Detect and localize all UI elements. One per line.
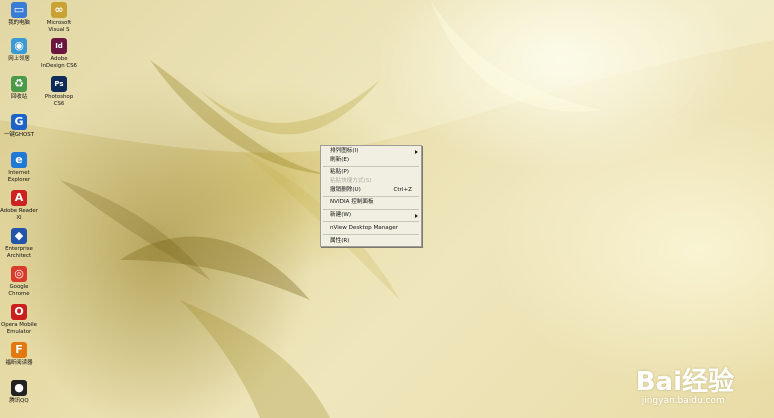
desktop-icon[interactable]: e Internet Explorer [0,152,42,183]
menu-separator [323,208,419,210]
desktop-icon[interactable]: ● 腾讯QQ [0,380,42,405]
desktop-icon[interactable]: F 福昕阅读器 [0,342,42,367]
desktop-icon-label: Opera Mobile Emulator [1,322,37,335]
menu-item-label: 粘贴(P) [330,169,349,176]
menu-item-shortcut: Ctrl+Z [393,186,412,193]
menu-item-label: 粘贴快捷方式(S) [330,177,372,184]
menu-item-label: 刷新(E) [330,156,350,163]
recycle-bin-icon: ♻ [11,76,27,92]
desktop-icon[interactable]: ∞ Microsoft Visual S [36,2,82,33]
qq-icon: ● [11,380,27,396]
adobe-reader-icon: A [11,190,27,206]
context-menu-item[interactable]: 属性(R) [321,237,421,246]
chrome-icon: ◎ [11,266,27,282]
enterprise-architect-icon: ◆ [11,228,27,244]
context-menu-item[interactable]: 粘贴(P) [321,168,421,177]
network-icon: ◉ [11,38,27,54]
desktop-icon-label: 福昕阅读器 [5,360,33,366]
menu-separator [323,234,419,236]
menu-item-label: 撤销删除(U) [330,186,361,193]
desktop-icon-label: Photoshop CS6 [44,94,74,107]
context-menu-item[interactable]: NVIDIA 控制面板 [321,198,421,207]
desktop-icon[interactable]: A Adobe Reader XI [0,190,42,221]
computer-icon: ▭ [11,2,27,18]
context-menu-item[interactable]: 刷新(E) [321,156,421,165]
menu-separator [323,221,419,223]
photoshop-icon: Ps [51,76,67,92]
submenu-arrow-icon [415,149,418,154]
desktop-icon-label: Adobe InDesign CS6 [41,56,77,69]
context-menu-item: 粘贴快捷方式(S) [321,177,421,186]
desktop-icon-label: Enterprise Architect [5,246,33,259]
desktop-context-menu: 排列图标(I) 刷新(E) 粘贴(P) 粘贴快捷方式(S) 撤销删除(U) Ctrl+Z N… [320,145,422,247]
opera-icon: O [11,304,27,320]
submenu-arrow-icon [415,213,418,218]
desktop-icon-label: Internet Explorer [7,170,31,183]
desktop-icon[interactable]: G 一键GHOST [0,114,42,139]
desktop-icon[interactable]: ◎ Google Chrome [0,266,42,297]
baidu-jingyan-watermark: Bai经验 jingyan.baidu.com [636,361,734,406]
menu-separator [323,195,419,197]
watermark-url: jingyan.baidu.com [641,396,725,406]
menu-item-label: NVIDIA 控制面板 [330,199,374,206]
desktop-background[interactable]: ▭ 我的电脑 ∞ Microsoft Visual S ◉ 网上邻居 Id Adobe InD… [0,0,774,418]
desktop-icon-label: Google Chrome [8,284,30,297]
menu-separator [323,165,419,167]
menu-item-label: nView Desktop Manager [330,224,398,231]
desktop-icon[interactable]: O Opera Mobile Emulator [0,304,42,335]
menu-item-label: 属性(R) [330,237,350,244]
context-menu-item[interactable]: 撤销删除(U) Ctrl+Z [321,186,421,195]
desktop-icon[interactable]: Id Adobe InDesign CS6 [36,38,82,69]
desktop-icon[interactable]: Ps Photoshop CS6 [36,76,82,107]
desktop-icon-label: 腾讯QQ [9,398,29,404]
desktop-icon-label: 一键GHOST [4,132,34,138]
indesign-icon: Id [51,38,67,54]
menu-item-label: 新建(W) [330,212,352,219]
menu-item-label: 排列图标(I) [330,148,359,154]
desktop-icon[interactable]: ◆ Enterprise Architect [0,228,42,259]
context-menu-item[interactable]: 新建(W) [321,211,421,220]
foxit-reader-icon: F [11,342,27,358]
desktop-icon-label: Adobe Reader XI [0,208,38,221]
context-menu-item[interactable]: 排列图标(I) [321,147,421,156]
desktop-icon-label: Microsoft Visual S [46,20,72,33]
visual-studio-icon: ∞ [51,2,67,18]
ie-icon: e [11,152,27,168]
context-menu-item[interactable]: nView Desktop Manager [321,224,421,233]
ghost-icon: G [11,114,27,130]
watermark-logo-text: Bai经验 [635,367,734,397]
